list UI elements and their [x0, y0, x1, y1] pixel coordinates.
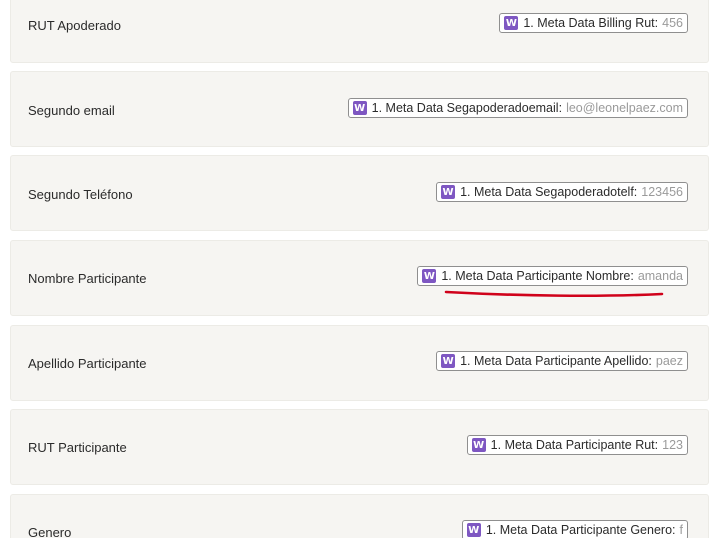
token-sample-value: leo@leonelpaez.com: [566, 101, 683, 115]
token-separator: :: [633, 185, 638, 199]
token-field-name: 1. Meta Data Segapoderadoemail: [371, 101, 559, 115]
token-separator: :: [558, 101, 563, 115]
woocommerce-icon: W: [422, 269, 437, 283]
token-separator: :: [654, 438, 659, 452]
field-row-nombre-participante: Nombre Participante W 1. Meta Data Parti…: [10, 240, 709, 316]
woocommerce-icon: W: [466, 523, 481, 537]
field-label: Apellido Participante: [28, 356, 147, 371]
woocommerce-icon: W: [504, 16, 519, 30]
mapped-field-token[interactable]: W 1. Meta Data Segapoderadoemail: leo@le…: [347, 98, 688, 118]
field-row-segundo-telefono: Segundo Teléfono W 1. Meta Data Segapode…: [10, 155, 709, 231]
mapped-field-token[interactable]: W 1. Meta Data Participante Rut: 123: [466, 435, 688, 455]
mapped-field-token[interactable]: W 1. Meta Data Participante Nombre: aman…: [417, 266, 688, 286]
token-sample-value: 123: [662, 438, 683, 452]
field-row-rut-apoderado: RUT Apoderado W 1. Meta Data Billing Rut…: [10, 0, 709, 63]
woocommerce-icon: W: [441, 354, 456, 368]
token-sample-value: amanda: [637, 269, 683, 283]
token-separator: :: [672, 523, 676, 537]
woocommerce-icon: W: [441, 185, 456, 199]
token-sample-value: 456: [662, 16, 683, 30]
mapped-field-token[interactable]: W 1. Meta Data Billing Rut: 456: [499, 13, 688, 33]
field-label: RUT Participante: [28, 440, 127, 455]
field-row-genero: Genero W 1. Meta Data Participante Gener…: [10, 494, 709, 538]
field-row-rut-participante: RUT Participante W 1. Meta Data Particip…: [10, 409, 709, 485]
token-separator: :: [654, 16, 659, 30]
token-field-name: 1. Meta Data Participante Apellido: [460, 354, 649, 368]
field-label: Segundo email: [28, 103, 115, 118]
token-sample-value: 123456: [641, 185, 683, 199]
field-row-segundo-email: Segundo email W 1. Meta Data Segapoderad…: [10, 71, 709, 147]
woocommerce-icon: W: [352, 101, 367, 115]
token-field-name: 1. Meta Data Participante Rut: [490, 438, 655, 452]
mapped-field-token[interactable]: W 1. Meta Data Participante Apellido: pa…: [436, 351, 688, 371]
field-label: Segundo Teléfono: [28, 187, 133, 202]
token-field-name: 1. Meta Data Participante Nombre: [441, 269, 631, 283]
token-separator: :: [630, 269, 634, 283]
mapped-field-token[interactable]: W 1. Meta Data Participante Genero: f: [461, 520, 688, 538]
token-field-name: 1. Meta Data Segapoderadotelf: [460, 185, 634, 199]
token-field-name: 1. Meta Data Participante Genero: [485, 523, 673, 537]
woocommerce-icon: W: [471, 438, 486, 452]
mapped-field-token[interactable]: W 1. Meta Data Segapoderadotelf: 123456: [436, 182, 688, 202]
token-field-name: 1. Meta Data Billing Rut: [523, 16, 655, 30]
field-label: RUT Apoderado: [28, 18, 121, 33]
field-row-apellido-participante: Apellido Participante W 1. Meta Data Par…: [10, 325, 709, 401]
field-label: Nombre Participante: [28, 271, 147, 286]
token-sample-value: f: [679, 523, 683, 537]
field-mapping-panel: RUT Apoderado W 1. Meta Data Billing Rut…: [0, 0, 724, 538]
token-sample-value: paez: [655, 354, 683, 368]
field-label: Genero: [28, 525, 72, 538]
token-separator: :: [648, 354, 652, 368]
